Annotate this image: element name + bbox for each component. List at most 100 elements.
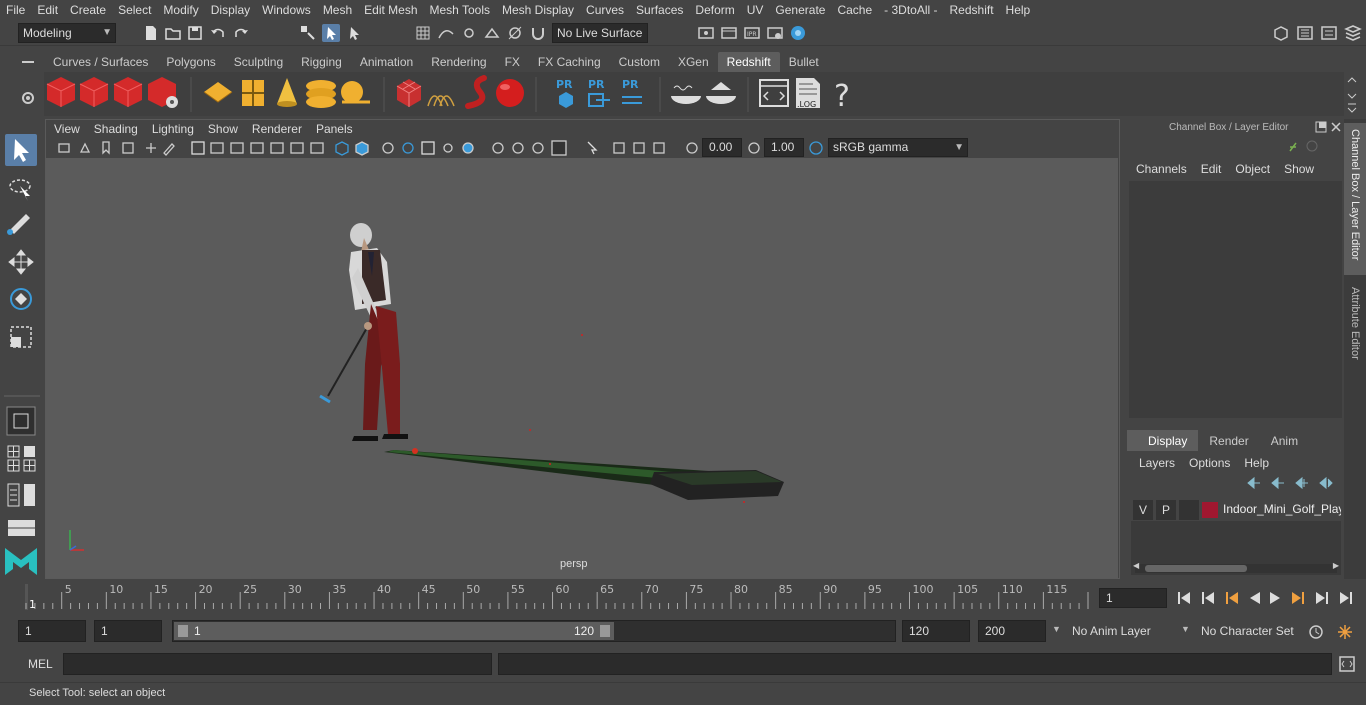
layer-type-toggle[interactable]	[1179, 500, 1199, 520]
shelf-settings-gear-icon[interactable]	[20, 90, 36, 106]
menu-item-mesh-display[interactable]: Mesh Display	[496, 3, 580, 17]
menu-item-3dtoall[interactable]: - 3DtoAll -	[878, 3, 943, 17]
channel-box-list[interactable]	[1129, 181, 1342, 418]
rotate-tool-icon[interactable]	[10, 288, 32, 310]
menu-item-mesh-tools[interactable]: Mesh Tools	[424, 3, 496, 17]
render-view-icon[interactable]	[697, 24, 715, 42]
range-slider[interactable]: 1 120	[172, 620, 896, 642]
shelf-tab-bullet[interactable]: Bullet	[780, 52, 828, 72]
layer-color-swatch[interactable]	[1202, 502, 1218, 518]
menu-item-windows[interactable]: Windows	[256, 3, 317, 17]
ipr-render-icon[interactable]: IPR	[743, 24, 761, 42]
snap-view-plane-icon[interactable]	[483, 24, 501, 42]
camera-attributes-icon[interactable]	[79, 142, 91, 153]
shelf-tab-xgen[interactable]: XGen	[669, 52, 718, 72]
xray-components-icon[interactable]	[653, 142, 665, 154]
rs-script-icon[interactable]	[759, 79, 789, 107]
channel-box-toggle-icons[interactable]	[1286, 139, 1322, 153]
move-layer-up-icon[interactable]	[1247, 476, 1260, 490]
safe-action-icon[interactable]	[290, 142, 304, 154]
scroll-right-icon[interactable]: ▶	[1333, 561, 1339, 570]
rs-hair-icon[interactable]	[427, 95, 455, 107]
close-panel-icon[interactable]	[1330, 121, 1342, 133]
snap-live-icon[interactable]	[506, 24, 524, 42]
select-hierarchy-icon[interactable]	[299, 24, 317, 42]
rs-pr-2-icon[interactable]: PR	[588, 78, 610, 107]
menu-item-edit[interactable]: Edit	[31, 3, 64, 17]
gamma-icon[interactable]	[748, 142, 760, 154]
viewport-menu-shading[interactable]: Shading	[87, 122, 145, 136]
color-space-dropdown[interactable]: sRGB gamma ▼	[828, 138, 968, 157]
xray-active-icon[interactable]	[633, 142, 645, 154]
new-scene-icon[interactable]	[142, 24, 160, 42]
side-tab-channel-box[interactable]: Channel Box / Layer Editor	[1344, 123, 1366, 275]
shelf-tab-sculpting[interactable]: Sculpting	[225, 52, 292, 72]
shelf-scroll-icon[interactable]	[1346, 74, 1358, 114]
film-gate-icon[interactable]	[210, 142, 224, 154]
channel-menu-channels[interactable]: Channels	[1136, 162, 1201, 176]
lasso-tool-icon[interactable]	[9, 179, 31, 201]
rs-proxy-icon[interactable]	[203, 82, 233, 103]
scale-tool-icon[interactable]	[10, 326, 32, 348]
shelf-tab-custom[interactable]: Custom	[610, 52, 669, 72]
range-left-grip[interactable]	[178, 625, 188, 637]
shelf-menu-icon[interactable]	[20, 54, 36, 70]
gamma-field[interactable]: 1.00	[764, 138, 804, 157]
rs-layout-icon[interactable]	[242, 80, 264, 106]
rs-sun-sky-icon[interactable]	[341, 81, 370, 104]
rs-dome-light-icon[interactable]	[306, 80, 336, 108]
layout-four-icon[interactable]	[24, 446, 35, 457]
step-forward-key-icon[interactable]	[1316, 592, 1328, 604]
layer-row[interactable]: V P Indoor_Mini_Golf_Play	[1131, 499, 1341, 521]
rs-bake-2-icon[interactable]	[706, 82, 736, 104]
shelf-tab-fx-caching[interactable]: FX Caching	[529, 52, 610, 72]
layout-graph-icon[interactable]	[8, 520, 35, 536]
rs-log-icon[interactable]: .LOG	[796, 78, 820, 109]
playback-start-field[interactable]: 1	[94, 620, 162, 642]
script-editor-icon[interactable]	[1338, 655, 1356, 673]
undo-icon[interactable]	[209, 24, 227, 42]
bookmark-icon[interactable]	[102, 141, 110, 155]
shadows-icon[interactable]	[462, 142, 474, 154]
hypershade-icon[interactable]	[789, 24, 807, 42]
shelf-tab-rendering[interactable]: Rendering	[422, 52, 495, 72]
select-component-icon[interactable]	[345, 24, 363, 42]
move-layer-down-icon[interactable]	[1271, 476, 1284, 490]
render-settings-icon[interactable]	[766, 24, 784, 42]
rs-render-view-icon[interactable]	[46, 77, 76, 107]
menu-item-cache[interactable]: Cache	[831, 3, 878, 17]
wireframe-icon[interactable]	[335, 141, 349, 156]
gate-mask-icon[interactable]	[250, 142, 264, 154]
side-tab-attribute-editor[interactable]: Attribute Editor	[1344, 279, 1366, 375]
depth-of-field-icon[interactable]	[551, 140, 567, 156]
play-forwards-icon[interactable]	[1270, 592, 1280, 604]
time-slider[interactable]: 1 5 10 15 20 25 30 35 40 45 50 55 60 65 70 75 80 85 90 95 10…	[18, 582, 1105, 612]
color-management-icon[interactable]	[809, 141, 823, 155]
menu-item-file[interactable]: File	[0, 3, 31, 17]
viewport-3d-scene[interactable]: persp	[46, 158, 1118, 578]
tool-settings-toggle-icon[interactable]	[1320, 24, 1338, 42]
xray-icon[interactable]	[421, 141, 435, 155]
anti-aliasing-icon[interactable]	[532, 142, 544, 154]
menu-item-redshift[interactable]: Redshift	[944, 3, 1000, 17]
attribute-editor-toggle-icon[interactable]	[1296, 24, 1314, 42]
menu-item-generate[interactable]: Generate	[769, 3, 831, 17]
play-backwards-icon[interactable]	[1250, 592, 1260, 604]
shelf-tab-fx[interactable]: FX	[496, 52, 529, 72]
rs-bake-1-icon[interactable]	[671, 85, 701, 104]
menu-item-select[interactable]: Select	[112, 3, 157, 17]
step-back-key-icon[interactable]	[1202, 592, 1214, 604]
layer-tab-display[interactable]: Display	[1127, 430, 1199, 451]
layer-list-scrollbar[interactable]: ◀ ▶	[1133, 561, 1339, 573]
redo-icon[interactable]	[232, 24, 250, 42]
workspace-icon[interactable]	[1272, 24, 1290, 42]
mode-dropdown[interactable]: Modeling ▼	[18, 23, 116, 43]
isolate-select-icon[interactable]	[587, 141, 598, 155]
last-tool-icon[interactable]	[6, 406, 36, 436]
viewport-menu-renderer[interactable]: Renderer	[245, 122, 309, 136]
select-object-icon[interactable]	[322, 24, 340, 42]
animation-preferences-icon[interactable]	[1336, 623, 1354, 641]
select-camera-icon[interactable]	[58, 143, 70, 153]
rs-help-icon[interactable]: ?	[834, 79, 850, 114]
viewport-menu-view[interactable]: View	[46, 122, 87, 136]
